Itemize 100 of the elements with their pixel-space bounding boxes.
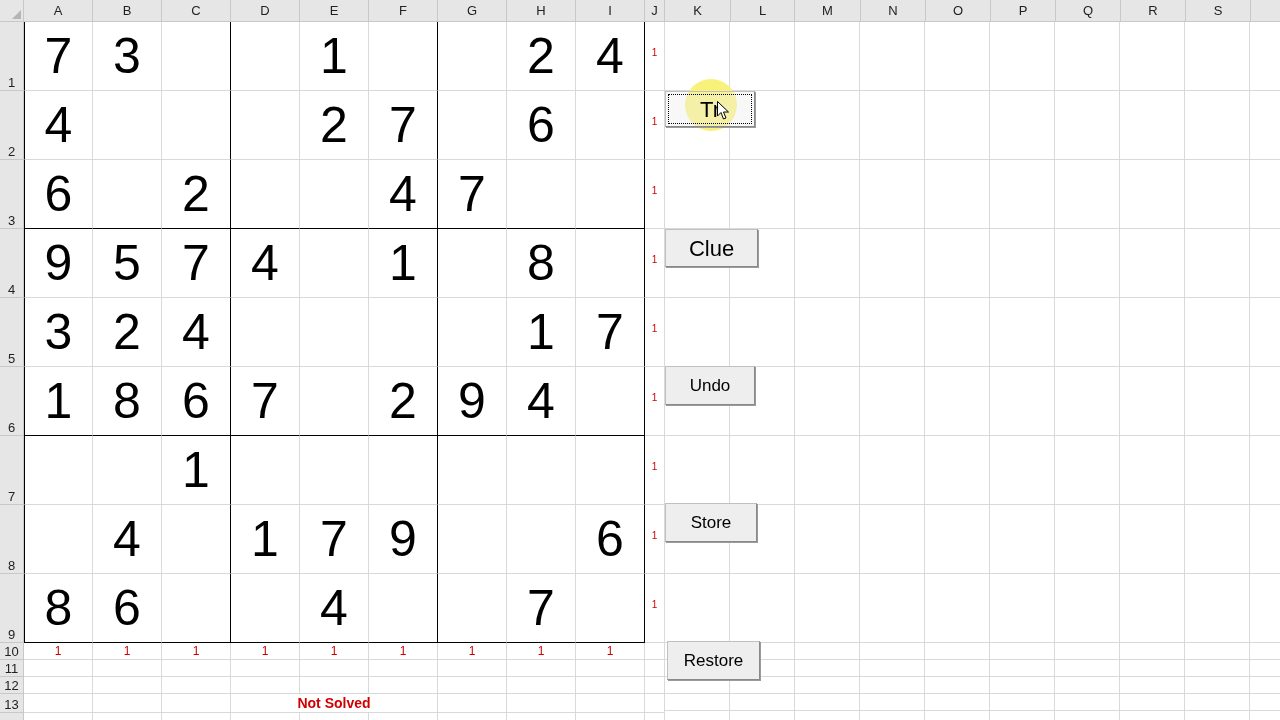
column-header[interactable]: N — [861, 0, 926, 22]
column-header[interactable]: S — [1186, 0, 1251, 22]
column-header[interactable]: G — [438, 0, 507, 22]
column-header[interactable]: J — [645, 0, 665, 22]
sheet-cell[interactable]: 9 — [369, 505, 438, 574]
column-header[interactable]: Q — [1056, 0, 1121, 22]
row-header[interactable]: 13 — [0, 694, 24, 713]
sheet-cell[interactable] — [369, 298, 438, 367]
sheet-cell[interactable] — [369, 574, 438, 643]
sheet-cell[interactable]: 1 — [24, 367, 93, 436]
sheet-cell[interactable]: 4 — [369, 160, 438, 229]
macro-button[interactable]: Undo — [665, 366, 755, 405]
sheet-cell[interactable]: 3 — [93, 22, 162, 91]
column-header[interactable]: C — [162, 0, 231, 22]
row-header[interactable]: 5 — [0, 298, 24, 367]
sheet-cell[interactable]: 7 — [24, 22, 93, 91]
macro-button[interactable]: Restore — [667, 641, 760, 680]
sheet-cell[interactable]: 7 — [162, 229, 231, 298]
sheet-cell[interactable]: 2 — [300, 91, 369, 160]
sheet-cell[interactable]: 6 — [24, 160, 93, 229]
row-header[interactable]: 2 — [0, 91, 24, 160]
sheet-cell[interactable]: 4 — [162, 298, 231, 367]
sheet-cell[interactable]: 1 — [231, 505, 300, 574]
column-header[interactable]: B — [93, 0, 162, 22]
sheet-cell[interactable]: 4 — [507, 367, 576, 436]
sheet-cell[interactable]: 7 — [576, 298, 645, 367]
sheet-cell[interactable]: 1 — [645, 574, 665, 643]
column-header[interactable]: E — [300, 0, 369, 22]
sheet-cell[interactable]: 1 — [162, 436, 231, 505]
column-header[interactable]: H — [507, 0, 576, 22]
sheet-cell[interactable]: 2 — [507, 22, 576, 91]
column-header[interactable]: F — [369, 0, 438, 22]
column-header[interactable]: L — [731, 0, 795, 22]
sheet-cell[interactable]: 1 — [507, 298, 576, 367]
row-header[interactable]: 7 — [0, 436, 24, 505]
sheet-cell[interactable]: 2 — [93, 298, 162, 367]
sheet-cell[interactable]: 4 — [300, 574, 369, 643]
sheet-cell[interactable] — [162, 505, 231, 574]
column-header[interactable]: D — [231, 0, 300, 22]
sheet-cell[interactable]: 1 — [645, 229, 665, 298]
sheet-cell[interactable] — [369, 436, 438, 505]
column-header[interactable]: I — [576, 0, 645, 22]
column-header[interactable] — [1251, 0, 1280, 22]
column-header[interactable]: P — [991, 0, 1056, 22]
sheet-cell[interactable]: 9 — [438, 367, 507, 436]
row-header[interactable]: 11 — [0, 660, 24, 677]
sheet-cell[interactable] — [576, 574, 645, 643]
sheet-cell[interactable]: 3 — [24, 298, 93, 367]
sheet-cell[interactable]: 8 — [93, 367, 162, 436]
sheet-cell[interactable] — [162, 22, 231, 91]
sheet-cell[interactable]: 1 — [507, 643, 576, 660]
sheet-cell[interactable]: 1 — [93, 643, 162, 660]
sheet-cell[interactable]: 6 — [576, 505, 645, 574]
row-header[interactable]: 9 — [0, 574, 24, 643]
sheet-cell[interactable]: 1 — [645, 160, 665, 229]
sheet-cell[interactable]: 6 — [162, 367, 231, 436]
sheet-cell[interactable]: 1 — [438, 643, 507, 660]
column-header[interactable]: R — [1121, 0, 1186, 22]
row-header[interactable]: 6 — [0, 367, 24, 436]
sheet-cell[interactable]: 7 — [231, 367, 300, 436]
sheet-cell[interactable]: 1 — [645, 436, 665, 505]
sheet-cell[interactable]: 1 — [645, 505, 665, 574]
row-header[interactable]: 8 — [0, 505, 24, 574]
select-all-corner[interactable] — [0, 0, 24, 22]
sheet-cell[interactable]: 4 — [231, 229, 300, 298]
macro-button[interactable]: Clue — [665, 229, 758, 267]
sheet-cell[interactable] — [576, 436, 645, 505]
sheet-cell[interactable]: 6 — [93, 574, 162, 643]
sheet-cell[interactable]: 1 — [24, 643, 93, 660]
sheet-cell[interactable] — [162, 574, 231, 643]
sheet-cell[interactable]: 1 — [300, 643, 369, 660]
sheet-cell[interactable]: 1 — [645, 298, 665, 367]
sheet-cell[interactable] — [576, 367, 645, 436]
sheet-cell[interactable] — [576, 91, 645, 160]
sheet-cell[interactable]: 5 — [93, 229, 162, 298]
sheet-cell[interactable] — [576, 229, 645, 298]
row-header[interactable]: 1 — [0, 22, 24, 91]
sheet-cell[interactable]: 2 — [162, 160, 231, 229]
sheet-cell[interactable] — [369, 22, 438, 91]
column-header[interactable]: K — [665, 0, 731, 22]
row-header[interactable]: 12 — [0, 677, 24, 694]
sheet-cell[interactable]: 7 — [369, 91, 438, 160]
sheet-cell[interactable]: 1 — [369, 643, 438, 660]
status-cell[interactable]: Not Solved — [231, 694, 438, 713]
row-header[interactable]: 3 — [0, 160, 24, 229]
sheet-cell[interactable]: 1 — [369, 229, 438, 298]
sheet-cell[interactable]: 7 — [507, 574, 576, 643]
sheet-cell[interactable]: 2 — [369, 367, 438, 436]
sheet-cell[interactable]: 7 — [300, 505, 369, 574]
sheet-cell[interactable]: 6 — [507, 91, 576, 160]
sheet-cell[interactable]: 1 — [231, 643, 300, 660]
sheet-cell[interactable]: 9 — [24, 229, 93, 298]
sheet-cell[interactable]: 1 — [645, 22, 665, 91]
sheet-cell[interactable] — [576, 160, 645, 229]
column-header[interactable]: A — [24, 0, 93, 22]
row-header[interactable]: 4 — [0, 229, 24, 298]
sheet-cell[interactable] — [162, 91, 231, 160]
row-header[interactable]: 10 — [0, 643, 24, 660]
sheet-cell[interactable]: 7 — [438, 160, 507, 229]
sheet-cell[interactable]: 1 — [645, 91, 665, 160]
